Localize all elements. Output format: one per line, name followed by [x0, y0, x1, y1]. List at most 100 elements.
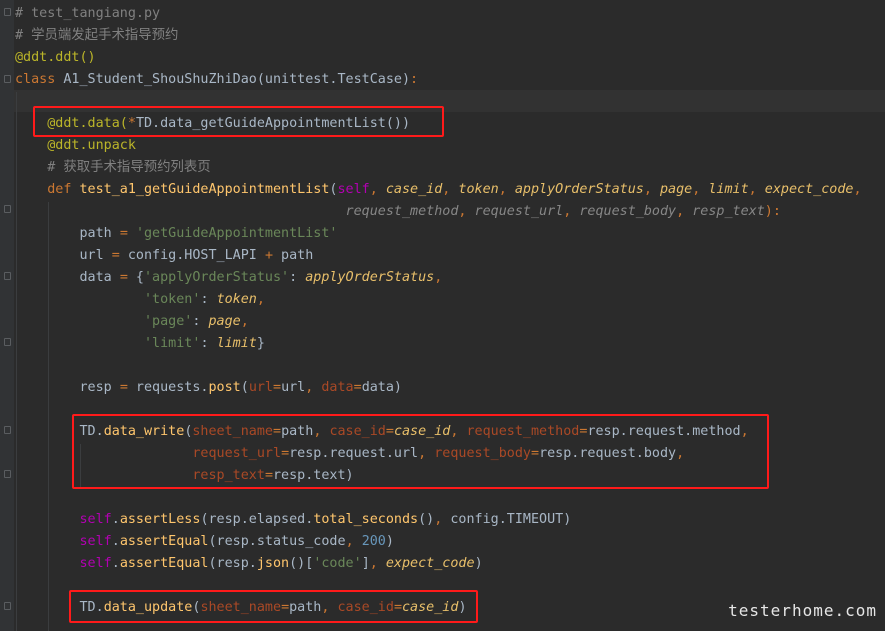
code-token: 'token': [144, 292, 201, 307]
code-token: page: [659, 182, 693, 197]
code-token: page: [208, 314, 241, 329]
code-token: ): [385, 534, 394, 549]
code-token: =: [273, 380, 282, 395]
editor-gutter: [0, 0, 14, 631]
code-token: ,: [256, 292, 265, 307]
code-token: config.HOST_LAPI: [119, 248, 265, 263]
code-token: @ddt.unpack: [15, 138, 136, 153]
code-token: test_a1_getGuideAppointmentList: [79, 182, 330, 197]
code-line: def test_a1_getGuideAppointmentList(self…: [15, 179, 862, 201]
code-token: limit: [708, 182, 749, 197]
fold-marker-icon[interactable]: [4, 470, 11, 478]
code-token: url: [281, 380, 306, 395]
code-token: token: [216, 292, 257, 307]
code-token: +: [264, 248, 273, 263]
code-token: ,: [643, 182, 660, 197]
code-token: (): [418, 512, 435, 527]
code-token: self: [337, 182, 370, 197]
code-token: ,: [442, 182, 459, 197]
code-token: ,: [853, 182, 862, 197]
code-line: 'token': token,: [15, 289, 265, 311]
code-token: =: [119, 226, 128, 241]
code-token: .: [111, 556, 120, 571]
code-token: {: [127, 270, 144, 285]
code-token: limit: [216, 336, 257, 351]
code-token: =: [111, 248, 120, 263]
code-token: total_seconds: [313, 512, 419, 527]
code-token: ,: [369, 182, 386, 197]
code-token: path: [15, 226, 120, 241]
code-token: 'getGuideAppointmentList': [135, 226, 338, 241]
code-token: ): [474, 556, 483, 571]
code-token: # 获取手术指导预约列表页: [15, 160, 211, 175]
code-line: class A1_Student_ShouShuZhiDao(unittest.…: [15, 69, 418, 91]
code-token: resp: [15, 380, 120, 395]
fold-marker-icon[interactable]: [4, 426, 11, 434]
code-line: self.assertEqual(resp.status_code, 200): [15, 531, 394, 553]
code-token: self: [79, 534, 112, 549]
code-token: # test_tangiang.py: [15, 6, 161, 21]
code-token: 'code': [313, 556, 362, 571]
fold-marker-icon[interactable]: [4, 205, 11, 213]
code-token: (resp.elapsed.: [200, 512, 314, 527]
code-token: (resp.: [208, 556, 257, 571]
fold-marker-icon[interactable]: [4, 272, 11, 280]
code-token: assertLess: [119, 512, 201, 527]
code-line: @ddt.ddt(): [15, 47, 96, 69]
code-token: data: [321, 380, 354, 395]
code-token: url: [15, 248, 112, 263]
code-token: @ddt.ddt(): [15, 50, 96, 65]
code-token: (: [240, 380, 249, 395]
code-line: resp = requests.post(url=url, data=data): [15, 377, 402, 399]
code-token: applyOrderStatus: [514, 182, 644, 197]
code-token: 200: [361, 534, 386, 549]
code-token: expect_code: [764, 182, 854, 197]
highlight-box-data-update: [69, 590, 478, 623]
code-editor[interactable]: # test_tangiang.py # 学员端发起手术指导预约 @ddt.ddt(…: [0, 0, 885, 631]
code-line: url = config.HOST_LAPI + path: [15, 245, 313, 267]
code-token: request_method: [345, 204, 459, 219]
code-token: =: [119, 380, 128, 395]
code-token: ):: [764, 204, 781, 219]
fold-marker-icon[interactable]: [4, 75, 11, 83]
code-token: ,: [748, 182, 765, 197]
code-token: ,: [458, 204, 475, 219]
code-line: self.assertLess(resp.elapsed.total_secon…: [15, 509, 572, 531]
code-line: @ddt.unpack: [15, 135, 136, 157]
code-line: request_method, request_url, request_bod…: [15, 201, 781, 223]
code-token: 'limit': [144, 336, 201, 351]
code-token: (resp.status_code: [208, 534, 346, 549]
code-token: json: [256, 556, 290, 571]
code-line: # 获取手术指导预约列表页: [15, 157, 211, 179]
code-token: requests.: [127, 380, 209, 395]
code-token: path: [273, 248, 314, 263]
code-token: =: [353, 380, 362, 395]
code-token: data: [15, 270, 120, 285]
code-token: def: [15, 182, 72, 197]
fold-marker-icon[interactable]: [4, 338, 11, 346]
code-token: expect_code: [385, 556, 475, 571]
code-token: ,: [498, 182, 515, 197]
watermark-text: testerhome.com: [728, 601, 877, 620]
code-token: :: [200, 336, 217, 351]
code-token: .: [111, 512, 120, 527]
code-line: # test_tangiang.py: [15, 3, 160, 25]
code-token: :: [200, 292, 217, 307]
code-token: ,: [305, 380, 322, 395]
fold-marker-icon[interactable]: [4, 8, 11, 16]
code-token: resp_text: [692, 204, 765, 219]
code-token: :: [289, 270, 306, 285]
code-token: ,: [369, 556, 386, 571]
fold-marker-icon[interactable]: [4, 602, 11, 610]
code-token: token: [458, 182, 499, 197]
code-token: # 学员端发起手术指导预约: [15, 28, 179, 43]
